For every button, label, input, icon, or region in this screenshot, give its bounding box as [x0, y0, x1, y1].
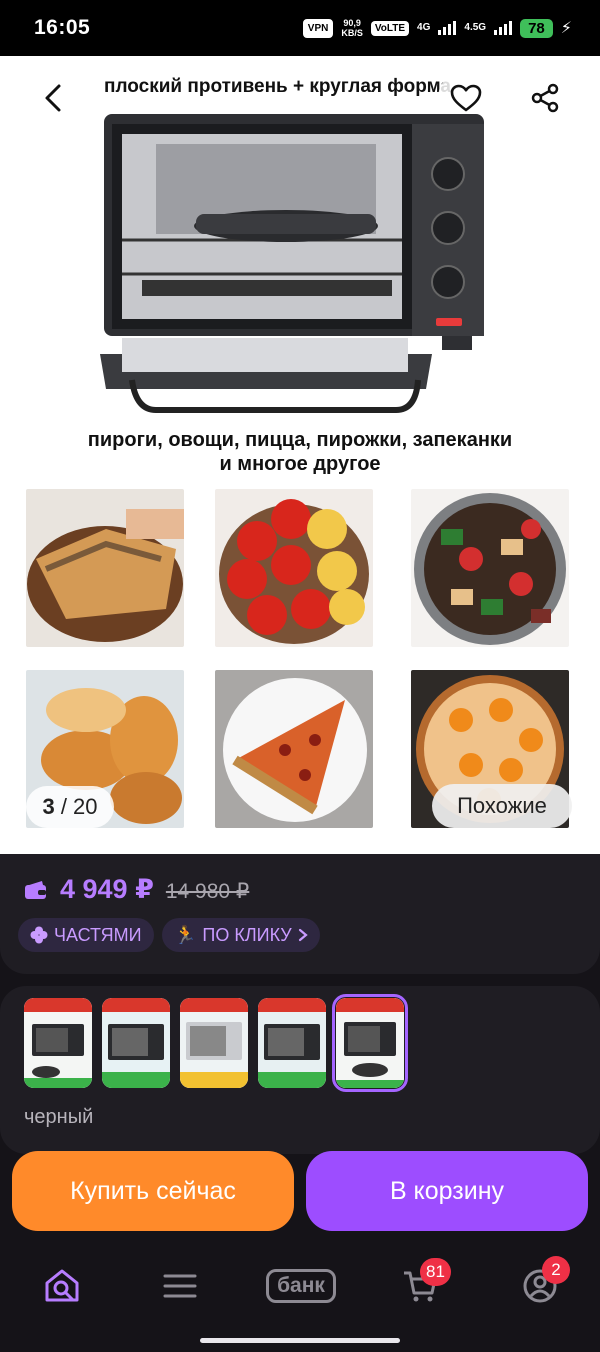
- one-click-badge[interactable]: 🏃 ПО КЛИКУ: [162, 918, 320, 952]
- bank-label: банк: [266, 1269, 336, 1303]
- variant-thumb-5-selected[interactable]: [332, 994, 408, 1092]
- battery-icon: 78: [520, 18, 553, 38]
- variant-thumb-1[interactable]: [24, 998, 92, 1088]
- share-button[interactable]: [517, 70, 573, 126]
- menu-icon: [163, 1274, 197, 1298]
- status-bar: 16:05 VPN 90,9 KB/S VoLTE 4G 4.5G 78 ⚡: [0, 0, 600, 56]
- variant-thumb-4[interactable]: [258, 998, 326, 1088]
- caption-mid-line-2: и многое другое: [219, 453, 381, 475]
- caption-mid-line-1: пироги, овощи, пицца, пирожки, запеканки: [87, 429, 513, 451]
- product-gallery[interactable]: плоский противень + круглая форма пироги…: [0, 56, 600, 854]
- home-search-icon: [45, 1269, 79, 1302]
- status-icons: VPN 90,9 KB/S VoLTE 4G 4.5G 78 ⚡: [302, 18, 572, 38]
- buy-now-button[interactable]: Купить сейчас: [12, 1151, 294, 1231]
- gallery-counter-total: / 20: [60, 794, 98, 819]
- network-type-1: 4G: [417, 22, 431, 33]
- network-speed: 90,9 KB/S: [341, 18, 363, 38]
- price-current: 4 949 ₽: [60, 874, 154, 904]
- nav-catalog[interactable]: [150, 1266, 210, 1306]
- wallet-icon: [25, 881, 46, 899]
- vpn-icon: VPN: [302, 18, 334, 38]
- product-page: 16:05 VPN 90,9 KB/S VoLTE 4G 4.5G 78 ⚡ п…: [0, 0, 600, 1352]
- selected-color-label: черный: [24, 1106, 94, 1128]
- gallery-caption-mid: пироги, овощи, пицца, пирожки, запеканки…: [0, 428, 600, 476]
- one-click-label: ПО КЛИКУ: [202, 924, 292, 945]
- food-image-pizza: [215, 670, 373, 828]
- nav-bank[interactable]: банк: [262, 1266, 340, 1306]
- action-bar: Купить сейчас В корзину: [0, 1150, 600, 1234]
- chevron-right-icon: [298, 928, 308, 942]
- network-type-2: 4.5G: [464, 22, 487, 33]
- variant-thumb-2[interactable]: [102, 998, 170, 1088]
- running-person-icon: 🏃: [174, 924, 197, 945]
- clover-icon: [30, 926, 48, 944]
- gallery-caption-top: плоский противень + круглая форма: [104, 76, 451, 97]
- heart-icon: [450, 84, 482, 112]
- food-image-pie: [26, 489, 184, 647]
- charging-icon: ⚡: [560, 20, 572, 37]
- variant-card: черный: [0, 986, 600, 1154]
- variant-list: [24, 994, 408, 1092]
- nav-cart[interactable]: 81: [390, 1258, 451, 1306]
- network-speed-unit: KB/S: [341, 28, 363, 38]
- nav-profile[interactable]: 2: [510, 1256, 570, 1306]
- share-icon: [531, 83, 559, 113]
- signal-icon-2: [494, 21, 513, 35]
- price-card: 4 949 ₽ 14 980 ₽ ЧАСТЯМИ 🏃 ПО КЛИКУ: [0, 854, 600, 974]
- home-indicator[interactable]: [200, 1338, 400, 1343]
- network-speed-value: 90,9: [343, 18, 361, 28]
- oven-image: [100, 114, 484, 413]
- bottom-nav: банк 81 2: [0, 1240, 600, 1352]
- add-to-cart-button[interactable]: В корзину: [306, 1151, 588, 1231]
- back-button[interactable]: [26, 70, 82, 126]
- price-old: 14 980 ₽: [165, 880, 250, 903]
- gallery-counter: 3 / 20: [26, 786, 114, 828]
- volte-icon: VoLTE: [370, 20, 410, 36]
- status-time: 16:05: [34, 16, 91, 39]
- food-image-vegetables: [411, 489, 569, 647]
- nav-home-search[interactable]: [32, 1266, 92, 1306]
- cart-badge: 81: [420, 1258, 451, 1286]
- similar-button[interactable]: Похожие: [432, 784, 572, 828]
- pay-in-parts-badge[interactable]: ЧАСТЯМИ: [18, 918, 154, 952]
- profile-badge: 2: [542, 1256, 570, 1284]
- signal-icon: [438, 21, 457, 35]
- food-image-peppers: [215, 489, 373, 647]
- chevron-left-icon: [45, 84, 61, 112]
- gallery-counter-current: 3: [42, 794, 55, 819]
- variant-thumb-3[interactable]: [180, 998, 248, 1088]
- pay-in-parts-label: ЧАСТЯМИ: [54, 924, 142, 945]
- price-row: 4 949 ₽ 14 980 ₽: [24, 874, 249, 905]
